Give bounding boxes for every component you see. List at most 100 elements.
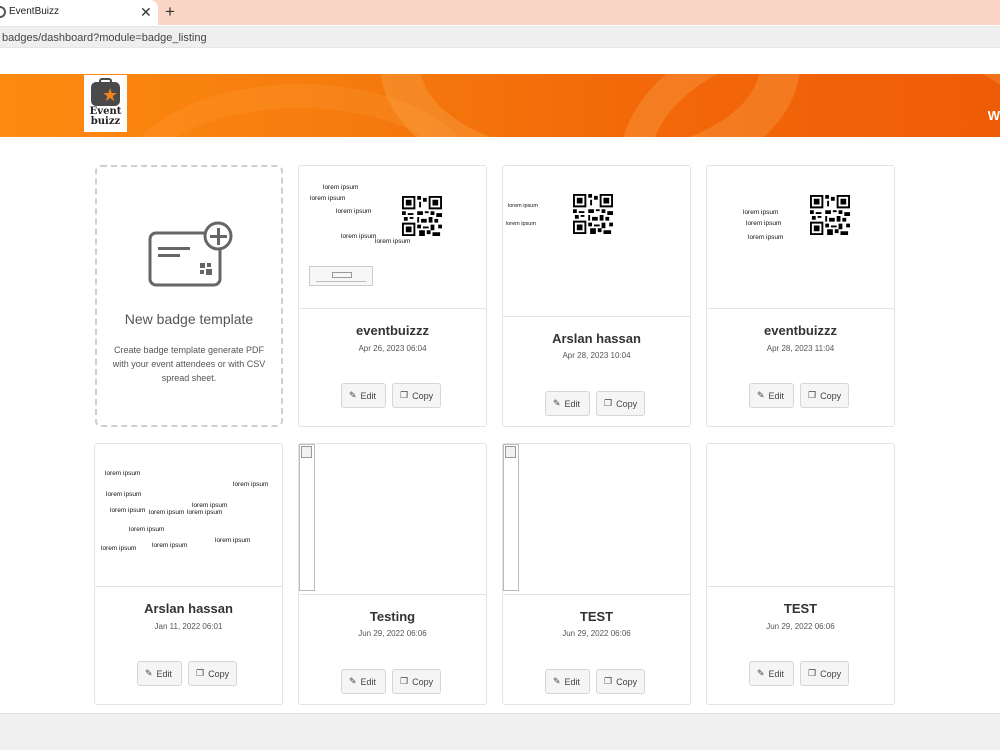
badge-preview[interactable]: lorem ipsum lorem ipsum lorem ipsum lore…: [95, 444, 282, 587]
url-text[interactable]: badges/dashboard?module=badge_listing: [2, 32, 207, 44]
badge-date: Jan 11, 2022 06:01: [154, 622, 223, 631]
badge-field-text: lorem ipsum: [748, 234, 784, 241]
pencil-icon: ✎: [757, 668, 765, 678]
pencil-icon: ✎: [349, 676, 357, 686]
copy-icon: ❐: [196, 668, 205, 678]
badge-card: Testing Jun 29, 2022 06:06 ✎ Edit ❐ Copy: [298, 443, 487, 705]
broken-image-icon: [299, 444, 315, 591]
broken-image-icon: [503, 444, 519, 591]
badge-field-text: lorem ipsum: [187, 509, 223, 516]
qr-code-icon: [810, 195, 850, 235]
badge-field-text: lorem ipsum: [341, 233, 377, 240]
address-bar[interactable]: badges/dashboard?module=badge_listing: [0, 26, 1000, 48]
qr-code-icon: [402, 196, 442, 236]
badge-card: TEST Jun 29, 2022 06:06 ✎ Edit ❐ Copy: [706, 443, 895, 705]
badge-date: Apr 26, 2023 06:04: [358, 344, 427, 353]
badge-field-text: lorem ipsum: [101, 545, 137, 552]
pencil-icon: ✎: [757, 390, 765, 400]
badge-field-text: lorem ipsum: [743, 209, 779, 216]
browser-tab[interactable]: EventBuizz ✕: [0, 0, 158, 25]
favicon-icon: [0, 6, 6, 18]
badge-preview[interactable]: lorem ipsum lorem ipsum: [503, 166, 690, 317]
badge-title: Arslan hassan: [552, 331, 641, 346]
badge-field-text: lorem ipsum: [310, 195, 346, 202]
badge-title: TEST: [783, 601, 818, 616]
badge-date: Jun 29, 2022 06:06: [358, 629, 427, 638]
badge-preview[interactable]: [299, 444, 486, 595]
qr-code-icon: [573, 194, 613, 234]
new-badge-template-card[interactable]: New badge template Create badge template…: [95, 165, 283, 427]
badge-date: Apr 28, 2023 10:04: [562, 351, 631, 360]
badge-preview[interactable]: lorem ipsum lorem ipsum lorem ipsum: [707, 166, 894, 309]
badge-card: lorem ipsum lorem ipsum lorem ipsum even…: [706, 165, 895, 427]
badge-field-text: lorem ipsum: [152, 542, 188, 549]
copy-button[interactable]: ❐ Copy: [188, 661, 237, 686]
add-badge-icon: [148, 221, 233, 287]
badge-field-text: lorem ipsum: [506, 221, 536, 227]
edit-button[interactable]: ✎ Edit: [749, 661, 794, 686]
copy-icon: ❐: [808, 390, 817, 400]
badge-card: TEST Jun 29, 2022 06:06 ✎ Edit ❐ Copy: [502, 443, 691, 705]
badge-date: Jun 29, 2022 06:06: [562, 629, 631, 638]
copy-button[interactable]: ❐ Copy: [392, 669, 441, 694]
app-header: [0, 74, 1000, 137]
tab-title: EventBuizz: [9, 6, 60, 17]
copy-icon: ❐: [400, 676, 409, 686]
badge-title: eventbuizzz: [764, 323, 837, 338]
copy-icon: ❐: [808, 668, 817, 678]
edit-button[interactable]: ✎ Edit: [545, 669, 590, 694]
badge-card: lorem ipsum lorem ipsum lorem ipsum lore…: [94, 443, 283, 705]
badge-field-text: lorem ipsum: [192, 502, 228, 509]
badge-field-text: lorem ipsum: [233, 481, 269, 488]
new-tab-icon[interactable]: +: [165, 2, 175, 22]
copy-button[interactable]: ❐ Copy: [596, 669, 645, 694]
star-icon: ★: [102, 85, 119, 105]
badge-field-text: lorem ipsum: [105, 470, 141, 477]
pencil-icon: ✎: [349, 390, 357, 400]
edit-button[interactable]: ✎ Edit: [545, 391, 590, 416]
eventbuizz-logo[interactable]: ★ Event buizz: [84, 75, 127, 132]
badge-card: lorem ipsum lorem ipsum Arslan hassan Ap…: [502, 165, 691, 427]
header-right-text: W: [987, 108, 1000, 123]
pencil-icon: ✎: [145, 668, 153, 678]
badge-preview[interactable]: [707, 444, 894, 587]
edit-button[interactable]: ✎ Edit: [137, 661, 182, 686]
briefcase-icon: ★: [91, 82, 120, 106]
badge-title: Testing: [369, 609, 416, 624]
badge-field-text: lorem ipsum: [129, 526, 165, 533]
logo-text-buizz: buizz: [90, 116, 121, 127]
page-footer: [0, 713, 1000, 750]
badge-field-text: lorem ipsum: [508, 203, 538, 209]
badge-preview[interactable]: [503, 444, 690, 595]
badge-card: lorem ipsum lorem ipsum lorem ipsum lore…: [298, 165, 487, 427]
edit-button[interactable]: ✎ Edit: [341, 669, 386, 694]
pencil-icon: ✎: [553, 398, 561, 408]
badge-field-text: lorem ipsum: [106, 491, 142, 498]
badge-title: Arslan hassan: [144, 601, 233, 616]
new-badge-description: Create badge template generate PDF with …: [112, 345, 266, 383]
badge-field-text: lorem ipsum: [746, 220, 782, 227]
badge-title: eventbuizzz: [356, 323, 429, 338]
copy-button[interactable]: ❐ Copy: [800, 661, 849, 686]
badge-field-text: lorem ipsum: [149, 509, 185, 516]
badge-date: Jun 29, 2022 06:06: [766, 622, 835, 631]
badge-field-text: lorem ipsum: [375, 238, 411, 245]
copy-button[interactable]: ❐ Copy: [392, 383, 441, 408]
copy-icon: ❐: [604, 676, 613, 686]
copy-button[interactable]: ❐ Copy: [596, 391, 645, 416]
badge-date: Apr 28, 2023 11:04: [766, 344, 835, 353]
new-badge-title: New badge template: [124, 311, 254, 327]
badge-field-text: lorem ipsum: [110, 507, 146, 514]
badge-field-text: lorem ipsum: [215, 537, 251, 544]
badge-preview[interactable]: lorem ipsum lorem ipsum lorem ipsum lore…: [299, 166, 486, 309]
copy-button[interactable]: ❐ Copy: [800, 383, 849, 408]
toolbar-gap: [0, 48, 1000, 74]
edit-button[interactable]: ✎ Edit: [341, 383, 386, 408]
edit-button[interactable]: ✎ Edit: [749, 383, 794, 408]
copy-icon: ❐: [604, 398, 613, 408]
barcode-image: [309, 266, 373, 286]
badge-field-text: lorem ipsum: [336, 208, 372, 215]
pencil-icon: ✎: [553, 676, 561, 686]
close-tab-icon[interactable]: ✕: [140, 3, 152, 21]
badge-field-text: lorem ipsum: [323, 184, 359, 191]
